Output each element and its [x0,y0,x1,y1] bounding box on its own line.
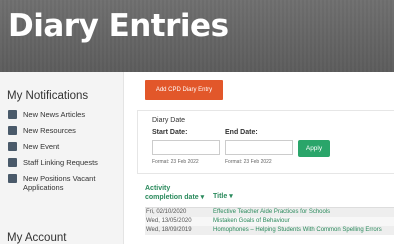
account-heading: My Account [7,232,67,244]
date-filter-panel: Diary Date Start Date: End Date: Format:… [137,110,394,174]
column-header-date[interactable]: Activity completion date ▾ [145,184,205,202]
start-date-label: Start Date: [152,129,188,136]
page-banner: Diary Entries [0,0,394,72]
apply-button[interactable]: Apply [298,140,330,157]
square-badge-icon [8,110,17,119]
row-title-link[interactable]: Homophones – Helping Students With Commo… [213,227,382,233]
notification-list: New News Articles New Resources New Even… [8,110,122,199]
row-date: Fri, 02/10/2020 [146,209,187,215]
add-cpd-entry-button[interactable]: Add CPD Diary Entry [145,80,223,100]
table-row: Fri, 02/10/2020 Effective Teacher Aide Pr… [145,208,394,217]
filter-title: Diary Date [152,117,186,124]
page-title: Diary Entries [8,8,229,44]
notifications-heading: My Notifications [7,90,89,102]
sidebar-item-staff-linking[interactable]: Staff Linking Requests [8,158,122,167]
end-date-format: Format: 23 Feb 2022 [225,159,272,165]
square-badge-icon [8,158,17,167]
entries-table: Fri, 02/10/2020 Effective Teacher Aide Pr… [145,208,394,235]
sidebar-item-label: New News Articles [23,110,86,119]
end-date-input[interactable] [225,140,293,155]
sidebar-item-news[interactable]: New News Articles [8,110,122,119]
sidebar-item-label: New Positions Vacant Applications [23,174,96,192]
start-date-format: Format: 23 Feb 2022 [152,159,199,165]
table-header: Activity completion date ▾ Title ▾ [145,184,394,208]
start-date-input[interactable] [152,140,220,155]
row-title-link[interactable]: Mistaken Goals of Behaviour [213,218,290,224]
sidebar-item-event[interactable]: New Event [8,142,122,151]
row-title-link[interactable]: Effective Teacher Aide Practices for Sch… [213,209,330,215]
row-date: Wed, 13/05/2020 [146,218,192,224]
end-date-label: End Date: [225,129,258,136]
square-badge-icon [8,142,17,151]
sort-arrow-icon: ▾ [198,194,205,201]
square-badge-icon [8,126,17,135]
column-header-title[interactable]: Title ▾ [213,192,233,200]
sidebar-item-label: New Resources [23,126,76,135]
sort-arrow-icon: ▾ [227,193,233,200]
sidebar-item-label: Staff Linking Requests [23,158,98,167]
sidebar-item-positions-vacant[interactable]: New Positions Vacant Applications [8,174,122,192]
table-row: Wed, 18/09/2019 Homophones – Helping Stud… [145,226,394,235]
square-badge-icon [8,174,17,183]
row-date: Wed, 18/09/2019 [146,227,192,233]
table-row: Wed, 13/05/2020 Mistaken Goals of Behavio… [145,217,394,226]
sidebar-item-resources[interactable]: New Resources [8,126,122,135]
sidebar-item-label: New Event [23,142,60,151]
